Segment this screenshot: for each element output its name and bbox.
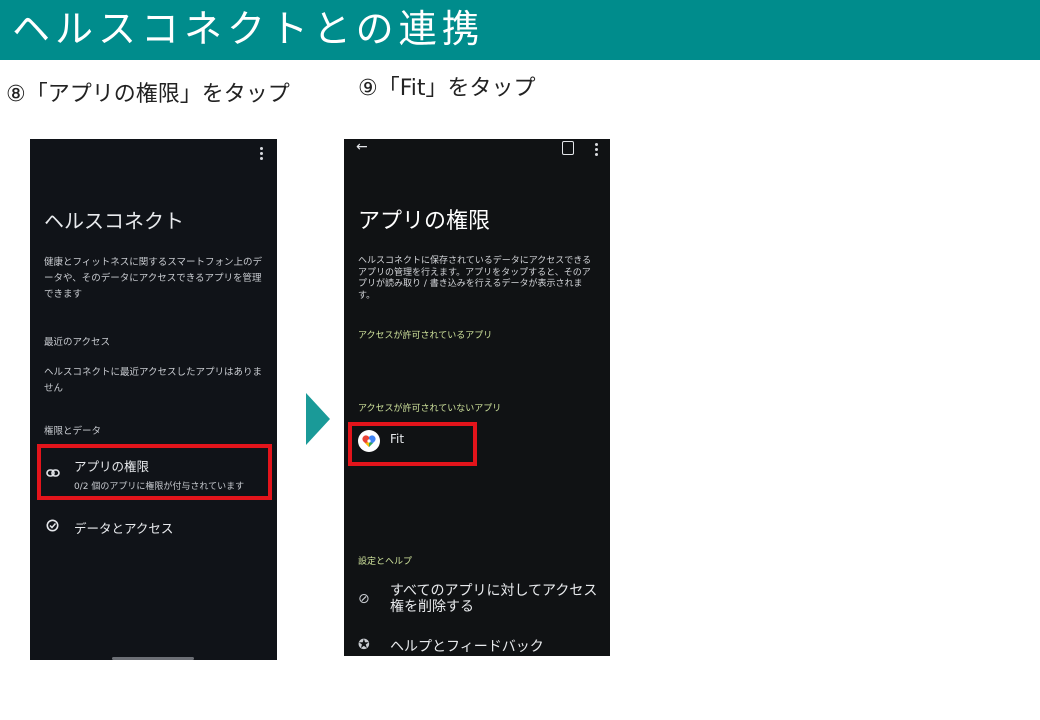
step-8-caption: ⑧「アプリの権限」をタップ: [6, 82, 290, 107]
arrow-right-icon: [306, 393, 330, 445]
screen-description: 健康とフィットネスに関するスマートフォン上のデータや、そのデータにアクセスできる…: [44, 257, 263, 300]
highlight-fit: [348, 422, 477, 466]
section-heading-recent: 最近のアクセス: [44, 337, 111, 348]
phone-screen-health-connect: ヘルスコネクト 健康とフィットネスに関するスマートフォン上のデータや、そのデータ…: [30, 139, 277, 660]
page-title: ヘルスコネクトとの連携: [12, 7, 485, 51]
section-heading-not-allowed: アクセスが許可されていないアプリ: [358, 404, 502, 414]
section-heading-allowed: アクセスが許可されているアプリ: [358, 331, 493, 341]
data-and-access-item[interactable]: データとアクセス: [74, 518, 173, 537]
section-heading-permissions: 権限とデータ: [44, 426, 102, 437]
step-9-caption: ⑨「Fit」をタップ: [358, 76, 536, 101]
gesture-bar: [112, 657, 194, 660]
screen-title: アプリの権限: [358, 209, 491, 234]
more-options-icon[interactable]: [595, 143, 598, 158]
section-heading-settings-help: 設定とヘルプ: [358, 557, 413, 567]
block-icon: ⊘: [358, 591, 370, 607]
highlight-app-permissions: [37, 444, 272, 500]
recent-access-text: ヘルスコネクトに最近アクセスしたアプリはありません: [44, 367, 263, 394]
back-arrow-icon[interactable]: ←: [356, 139, 368, 155]
document-search-icon[interactable]: [562, 141, 574, 155]
screen-description: ヘルスコネクトに保存されているデータにアクセスできるアプリの管理を行えます。アプ…: [358, 256, 592, 301]
more-options-icon[interactable]: [260, 147, 263, 162]
header-banner: ヘルスコネクトとの連携: [0, 0, 1040, 60]
phone-screen-app-permissions: ← アプリの権限 ヘルスコネクトに保存されているデータにアクセスできるアプリの管…: [344, 139, 610, 656]
screen-title: ヘルスコネクト: [44, 209, 184, 233]
remove-all-access-item[interactable]: すべてのアプリに対してアクセス権を削除する: [390, 583, 600, 615]
help-feedback-item[interactable]: ヘルプとフィードバック: [390, 636, 544, 656]
data-access-icon: [46, 519, 59, 536]
help-icon: ✪: [358, 637, 370, 653]
